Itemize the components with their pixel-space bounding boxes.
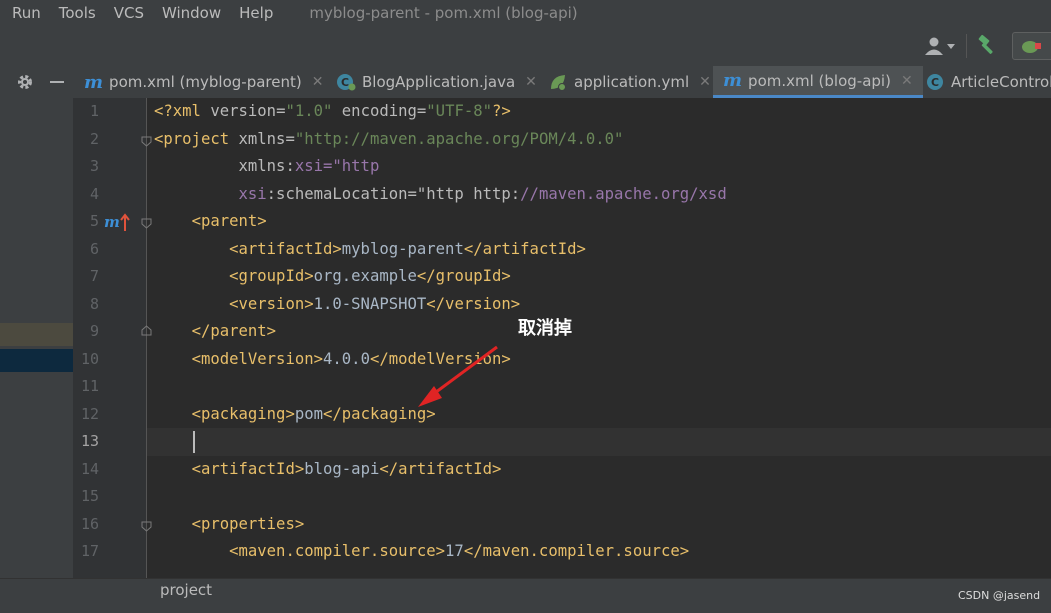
run-configuration-selector[interactable] (1012, 32, 1051, 60)
maven-icon: m (84, 71, 104, 93)
tab-articlecontroller[interactable]: C ArticleControl (925, 66, 1051, 98)
close-icon[interactable]: ✕ (901, 73, 913, 89)
line-number: 6 (89, 239, 99, 258)
line-number: 4 (89, 184, 99, 203)
menu-tools-label: Tools (58, 4, 96, 22)
line-number: 1 (89, 102, 99, 120)
menu-help[interactable]: Help (233, 0, 279, 26)
tab-pom-myblog-parent[interactable]: m pom.xml (myblog-parent) ✕ (84, 66, 323, 98)
code-line[interactable]: xmlns:xsi="http (154, 153, 380, 181)
menu-bar: Run Tools VCS Window Help myblog-parent … (0, 0, 1051, 26)
fold-end-icon[interactable] (141, 325, 152, 336)
fold-collapse-icon[interactable] (141, 521, 152, 532)
spring-yml-icon (551, 75, 566, 91)
menu-tools[interactable]: Tools (53, 0, 102, 26)
toolbar (0, 26, 1051, 67)
tab-label: ArticleControl (951, 73, 1051, 91)
code-line[interactable]: <modelVersion>4.0.0</modelVersion> (154, 346, 511, 374)
tab-pom-blog-api[interactable]: m pom.xml (blog-api) ✕ (713, 66, 923, 98)
code-line[interactable]: <artifactId>blog-api</artifactId> (154, 456, 502, 484)
tab-label: application.yml (574, 73, 690, 91)
line-number-current: 13 (80, 432, 99, 450)
svg-text:C: C (931, 76, 939, 89)
line-number: 14 (80, 459, 99, 478)
tab-label: pom.xml (blog-api) (748, 71, 891, 90)
maven-parent-navigate-icon[interactable]: m (104, 211, 132, 233)
line-number: 8 (89, 294, 99, 313)
spring-boot-icon (1022, 41, 1041, 53)
line-number: 9 (89, 322, 99, 340)
line-number: 5 (89, 212, 99, 230)
fold-collapse-icon[interactable] (141, 218, 152, 229)
svg-text:C: C (341, 76, 349, 89)
line-number: 2 (89, 129, 99, 148)
status-breadcrumb-bar (0, 578, 1051, 613)
line-number: 11 (80, 377, 99, 395)
code-line[interactable]: <project xmlns="http://maven.apache.org/… (154, 126, 623, 154)
code-line[interactable]: <maven.compiler.source>17</maven.compile… (154, 538, 689, 566)
menu-run-label: Run (12, 4, 41, 22)
menu-help-label: Help (239, 4, 274, 22)
line-number: 17 (80, 542, 99, 560)
java-class-icon: C (927, 74, 943, 90)
text-caret (193, 431, 195, 453)
svg-text:m: m (104, 213, 120, 231)
code-line[interactable]: <version>1.0-SNAPSHOT</version> (154, 291, 520, 319)
build-hammer-icon[interactable] (976, 34, 998, 56)
close-icon[interactable]: ✕ (525, 74, 537, 90)
close-icon[interactable]: ✕ (312, 74, 324, 90)
menu-window[interactable]: Window (156, 0, 227, 26)
current-line-highlight (147, 428, 1051, 456)
code-line[interactable]: <properties> (154, 511, 305, 539)
code-line[interactable]: <parent> (154, 208, 267, 236)
line-number: 15 (80, 487, 99, 505)
code-line[interactable]: xsi:schemaLocation="http http://maven.ap… (154, 181, 727, 209)
tab-blogapplication-java[interactable]: C BlogApplication.java ✕ (336, 66, 537, 98)
watermark-text: CSDN @jasend (958, 589, 1041, 602)
line-number: 16 (80, 514, 99, 533)
menu-run[interactable]: Run (6, 0, 47, 26)
code-line[interactable]: </parent> (154, 318, 277, 346)
code-line[interactable]: <artifactId>myblog-parent</artifactId> (154, 236, 586, 264)
code-line[interactable]: <groupId>org.example</groupId> (154, 263, 511, 291)
close-icon[interactable]: ✕ (699, 74, 711, 90)
line-number: 10 (80, 349, 99, 368)
line-number: 12 (80, 404, 99, 423)
window-title: myblog-parent - pom.xml (blog-api) (309, 4, 578, 22)
breadcrumb-project[interactable]: project (160, 580, 212, 600)
menu-vcs[interactable]: VCS (108, 0, 150, 26)
gear-icon[interactable] (16, 73, 34, 91)
project-tree-row[interactable] (0, 323, 73, 346)
tab-label: pom.xml (myblog-parent) (109, 73, 302, 91)
line-number: 7 (89, 267, 99, 285)
project-tree-row-selected[interactable] (0, 349, 73, 372)
maven-icon: m (723, 70, 743, 91)
user-account-icon[interactable] (924, 36, 958, 56)
annotation-label: 取消掉 (518, 318, 572, 339)
menu-vcs-label: VCS (113, 4, 144, 22)
tab-application-yml[interactable]: application.yml ✕ (548, 66, 711, 98)
tab-label: BlogApplication.java (362, 73, 516, 91)
minimize-icon[interactable] (50, 81, 64, 83)
java-class-icon: C (337, 74, 356, 91)
fold-collapse-icon[interactable] (141, 136, 152, 147)
toolbar-separator (966, 34, 967, 58)
line-number: 3 (89, 157, 99, 175)
code-line[interactable]: <?xml version="1.0" encoding="UTF-8"?> (154, 98, 511, 126)
menu-window-label: Window (161, 4, 222, 22)
code-line[interactable]: <packaging>pom</packaging> (154, 401, 436, 429)
